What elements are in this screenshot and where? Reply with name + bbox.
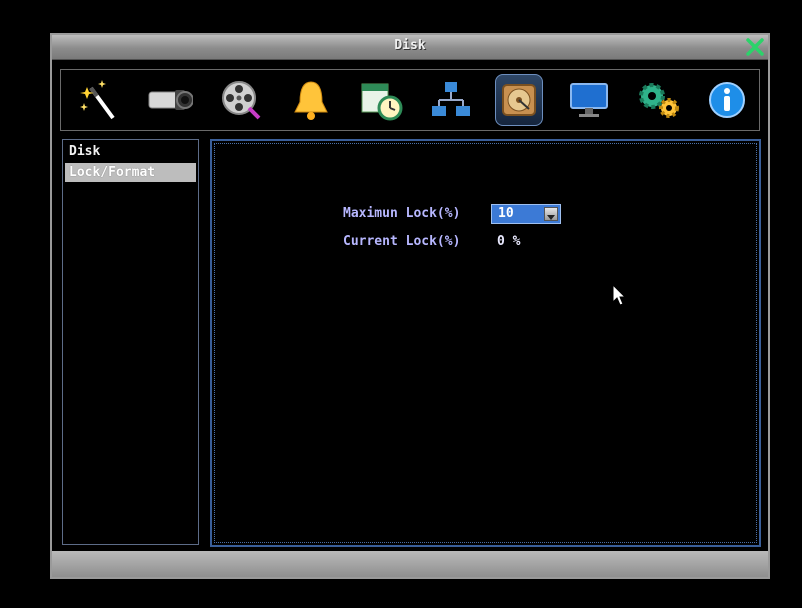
bell-icon — [294, 81, 328, 120]
tool-system[interactable] — [635, 74, 683, 126]
sidebar-item-disk[interactable]: Disk — [65, 142, 196, 161]
hard-disk-icon — [502, 84, 536, 116]
tool-network[interactable] — [427, 74, 475, 126]
tool-schedule[interactable] — [357, 74, 405, 126]
network-icon — [432, 82, 470, 116]
max-lock-value: 10 — [498, 206, 514, 221]
max-lock-label: Maximun Lock(%) — [343, 206, 461, 221]
current-lock-label: Current Lock(%) — [343, 234, 461, 249]
tool-quick-setup[interactable] — [75, 74, 123, 126]
max-lock-select[interactable]: 10 — [491, 204, 561, 224]
tool-disk[interactable] — [495, 74, 543, 126]
current-lock-value: 0 % — [497, 234, 521, 249]
camera-icon — [148, 90, 193, 110]
main-panel-inner: Maximun Lock(%) 10 Current Lock(%) 0 % — [214, 143, 757, 543]
mouse-pointer-icon — [612, 284, 627, 306]
window-title: Disk — [394, 38, 426, 53]
status-bar — [52, 551, 768, 577]
close-button[interactable] — [744, 37, 766, 57]
sidebar-item-lock-format[interactable]: Lock/Format — [65, 163, 196, 182]
tool-alarm[interactable] — [287, 74, 335, 126]
tool-camera[interactable] — [145, 74, 193, 126]
magic-wand-icon — [80, 80, 115, 120]
disk-window: Disk Disk Lock/Format Maximun Lock(%) 10… — [50, 33, 770, 579]
info-icon — [709, 82, 745, 118]
sidebar: Disk Lock/Format — [62, 139, 199, 545]
tool-record[interactable] — [217, 74, 265, 126]
gears-icon — [639, 83, 679, 118]
tool-info[interactable] — [703, 74, 751, 126]
dropdown-arrow-icon[interactable] — [544, 207, 558, 221]
tool-display[interactable] — [565, 74, 613, 126]
title-bar: Disk — [52, 35, 768, 60]
film-reel-icon — [222, 81, 261, 120]
calendar-clock-icon — [361, 83, 403, 121]
monitor-icon — [570, 83, 608, 117]
main-panel: Maximun Lock(%) 10 Current Lock(%) 0 % — [210, 139, 761, 547]
toolbar — [60, 69, 760, 131]
close-icon — [746, 38, 764, 56]
